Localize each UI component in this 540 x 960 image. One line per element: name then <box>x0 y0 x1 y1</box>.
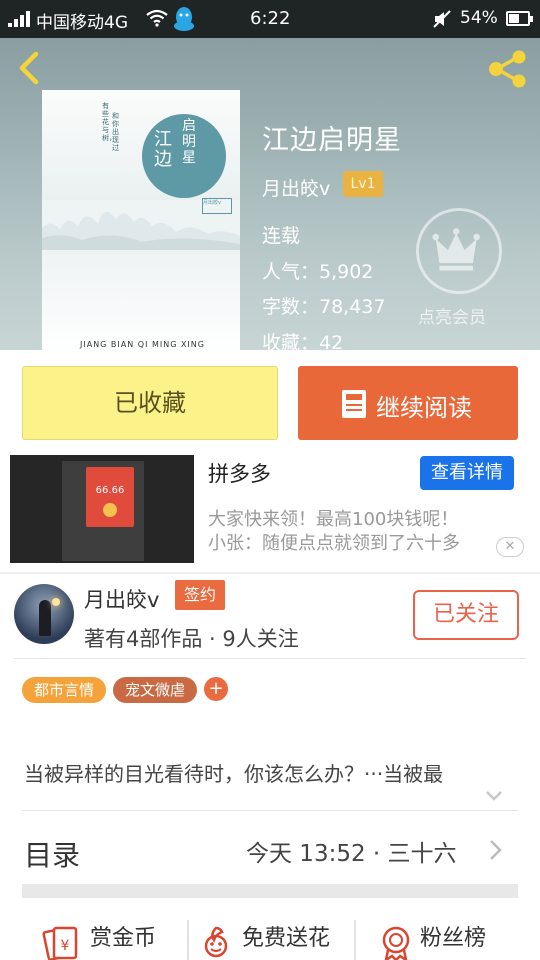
book-header: 有些花与树， 和你出现过 江边 启明星 月出皎v JIANG BIAN QI M… <box>0 38 540 350</box>
serial-status: 连载 <box>262 225 301 247</box>
divider <box>0 572 540 574</box>
fan-ranking-label: 粉丝榜 <box>420 926 487 951</box>
book-icon <box>342 390 366 418</box>
collected-button[interactable]: 已收藏 <box>22 366 278 440</box>
continue-reading-button[interactable]: 继续阅读 <box>298 366 518 440</box>
carrier-label: 中国移动4G <box>36 13 128 33</box>
back-arrow-icon[interactable] <box>12 48 48 88</box>
battery-percent: 54% <box>460 8 498 28</box>
vip-button[interactable] <box>416 208 502 294</box>
cover-stamp: 月出皎v <box>202 198 232 214</box>
signed-badge: 签约 <box>175 580 225 610</box>
add-tag-button[interactable]: + <box>204 677 228 701</box>
reward-coins-button[interactable]: ¥ 赏金币 <box>40 912 200 960</box>
mute-icon <box>433 10 451 28</box>
author-avatar[interactable] <box>14 584 74 644</box>
ad-description-line1: 大家快来领！最高100块钱呢！ <box>208 509 459 530</box>
flower-icon <box>204 926 228 958</box>
popularity-stat: 人气：5,902 <box>262 261 374 283</box>
vip-label[interactable]: 点亮会员 <box>418 303 486 328</box>
author-name[interactable]: 月出皎v <box>262 174 330 201</box>
send-flower-label: 免费送花 <box>242 926 331 951</box>
reward-coins-label: 赏金币 <box>90 926 157 951</box>
cover-title-line2: 启明星 <box>182 118 196 166</box>
divider <box>354 920 356 960</box>
book-title: 江边启明星 <box>262 125 402 156</box>
share-icon[interactable] <box>486 48 530 90</box>
fan-ranking-button[interactable]: 粉丝榜 <box>376 912 536 960</box>
ad-red-envelope: 66.66 <box>86 467 134 527</box>
ad-details-button[interactable]: 查看详情 <box>420 456 514 490</box>
wifi-icon <box>146 9 168 27</box>
toc-title[interactable]: 目录 <box>24 834 80 874</box>
divider <box>187 920 189 960</box>
coin-icon <box>103 503 117 517</box>
continue-reading-label: 继续阅读 <box>376 394 472 422</box>
clock: 6:22 <box>250 8 291 29</box>
author-row-name[interactable]: 月出皎v <box>84 584 159 614</box>
favorites-stat: 收藏：42 <box>262 332 344 350</box>
qq-icon <box>174 7 194 31</box>
medal-icon <box>382 926 410 960</box>
toc-latest-chapter[interactable]: 今天 13:52 · 三十六 <box>246 834 457 868</box>
ad-close-button[interactable]: ✕ <box>496 537 524 557</box>
crown-icon <box>432 228 480 271</box>
signal-icon <box>8 11 30 27</box>
level-badge: Lv1 <box>343 171 383 197</box>
ad-description-line2: 小张：随便点点就领到了六十多 <box>208 533 460 554</box>
cover-title-line1: 江边 <box>154 129 172 170</box>
word-count-stat: 字数：78,437 <box>262 296 386 318</box>
chevron-down-icon[interactable] <box>484 786 504 806</box>
tag-sweet-angst[interactable]: 宠文微虐 <box>113 677 197 703</box>
tag-urban-romance[interactable]: 都市言情 <box>22 677 106 703</box>
author-stats: 著有4部作品 · 9人关注 <box>84 627 299 651</box>
cover-blurb-b: 和你出现过 <box>112 112 119 152</box>
divider <box>14 658 526 659</box>
ad-title[interactable]: 拼多多 <box>208 458 271 488</box>
svg-text:¥: ¥ <box>61 938 70 954</box>
section-separator <box>22 884 518 898</box>
battery-icon <box>506 11 533 26</box>
book-cover[interactable]: 有些花与树， 和你出现过 江边 启明星 月出皎v JIANG BIAN QI M… <box>42 90 240 350</box>
divider <box>22 810 518 811</box>
cover-pinyin: JIANG BIAN QI MING XING <box>80 340 205 349</box>
chevron-right-icon[interactable] <box>486 838 504 862</box>
status-bar: 中国移动4G 6:22 54% <box>0 0 540 38</box>
send-flower-button[interactable]: 免费送花 <box>196 912 356 960</box>
cover-blurb-a: 有些花与树， <box>102 102 116 142</box>
red-envelope-icon: ¥ <box>42 926 78 960</box>
book-synopsis[interactable]: 当被异样的目光看待时，你该怎么办？···当被最 <box>24 758 518 787</box>
ad-image[interactable]: 66.66 <box>10 455 194 563</box>
follow-button[interactable]: 已关注 <box>413 590 519 640</box>
